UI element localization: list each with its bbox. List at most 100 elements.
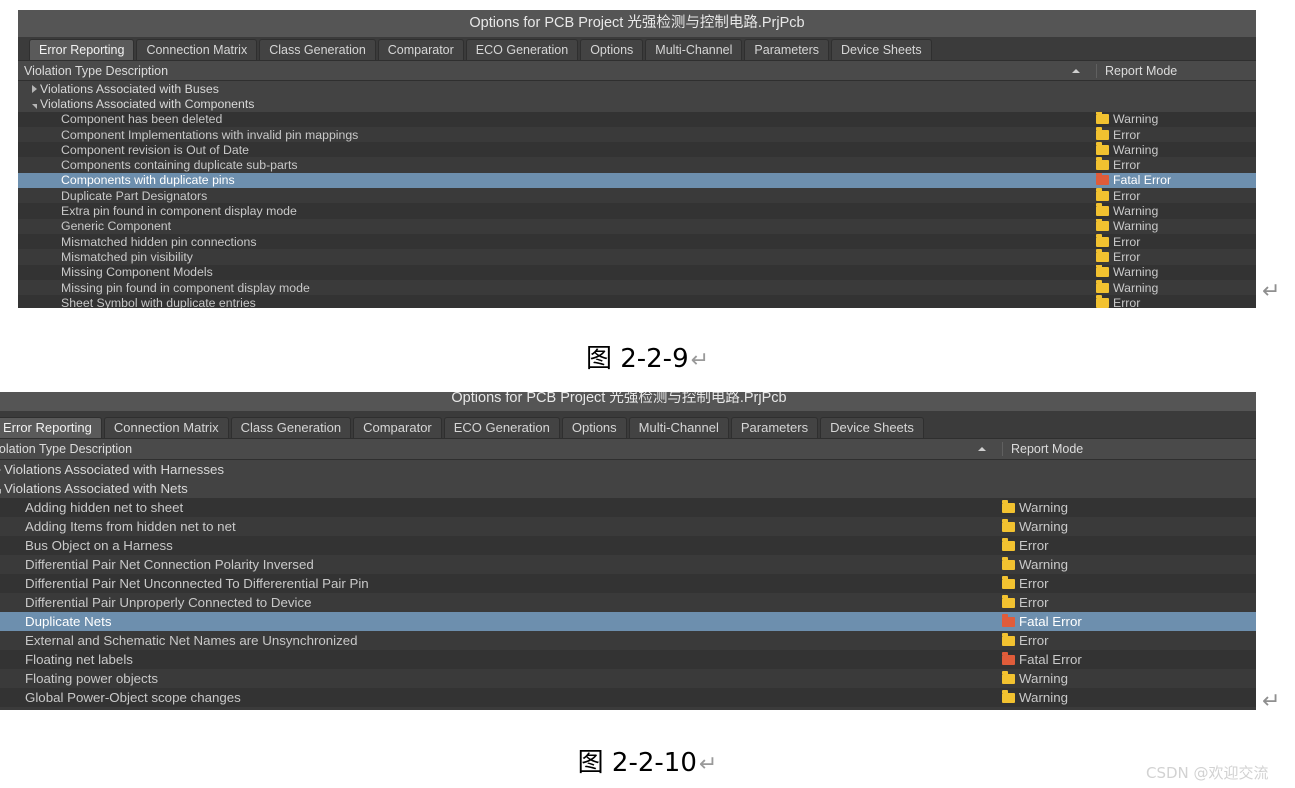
report-mode-label: Error: [1019, 633, 1049, 648]
table-row[interactable]: Adding hidden net to sheet Warning: [0, 498, 1256, 517]
report-mode-cell[interactable]: Warning: [1096, 218, 1256, 233]
folder-icon-err: [1096, 233, 1109, 247]
options-dialog-2[interactable]: Options for PCB Project 光强检测与控制电路.PrjPcb…: [0, 392, 1256, 710]
tree-group-row[interactable]: Violations Associated with Buses: [18, 81, 1256, 97]
report-mode-label: Error: [1019, 576, 1049, 591]
report-mode-cell[interactable]: Warning: [1096, 279, 1256, 295]
tab-comparator[interactable]: Comparator: [377, 39, 464, 60]
table-row[interactable]: Differential Pair Unproperly Connected t…: [0, 593, 1256, 612]
table-row[interactable]: Component Implementations with invalid p…: [18, 126, 1256, 143]
tab-eco-generation[interactable]: ECO Generation: [465, 39, 579, 60]
tree-group-row[interactable]: Violations Associated with Components: [18, 96, 1256, 112]
tab-multi-channel[interactable]: Multi-Channel: [645, 39, 743, 60]
table-row[interactable]: Components with duplicate pins Fatal Erro…: [18, 172, 1256, 189]
chevron-down-icon[interactable]: [28, 97, 40, 111]
table-row[interactable]: Component revision is Out of Date Warning: [18, 142, 1256, 158]
table-row[interactable]: External and Schematic Net Names are Uns…: [0, 631, 1256, 650]
table-row[interactable]: Mismatched pin visibility Error: [18, 249, 1256, 265]
table-row[interactable]: Duplicate Part Designators Error: [18, 188, 1256, 204]
report-mode-cell[interactable]: Warning: [1096, 203, 1256, 219]
report-mode-cell[interactable]: Warning: [1096, 264, 1256, 279]
dialog-1-tabstrip[interactable]: Error Reporting Connection Matrix Class Ge…: [18, 37, 1256, 60]
column-header-report-mode[interactable]: Report Mode: [1002, 442, 1256, 456]
tab-options[interactable]: Options: [561, 417, 627, 438]
report-mode-cell[interactable]: Error: [1002, 575, 1256, 591]
tree-group-row[interactable]: Violations Associated with Nets: [0, 479, 1256, 498]
report-mode-cell[interactable]: Warning: [1096, 142, 1256, 157]
tab-device-sheets[interactable]: Device Sheets: [820, 417, 924, 438]
table-row[interactable]: Bus Object on a Harness Error: [0, 536, 1256, 555]
dialog-1-violation-tree[interactable]: Violations Associated with Buses Violatio…: [18, 81, 1256, 308]
report-mode-cell[interactable]: Error: [1002, 594, 1256, 610]
report-mode-cell[interactable]: Fatal Error: [1096, 172, 1256, 187]
report-mode-cell[interactable]: Error: [1096, 249, 1256, 264]
table-row[interactable]: Floating power objects Warning: [0, 669, 1256, 688]
table-row[interactable]: Extra pin found in component display mod…: [18, 203, 1256, 219]
report-mode-cell[interactable]: Error: [1096, 233, 1256, 249]
report-mode-cell[interactable]: Error: [1096, 188, 1256, 203]
column-header-description[interactable]: Violation Type Description: [18, 64, 1096, 78]
violation-label: Floating power objects: [25, 671, 159, 686]
report-mode-cell[interactable]: Error: [1002, 632, 1256, 648]
tab-class-generation[interactable]: Class Generation: [259, 39, 376, 60]
table-row[interactable]: Floating net labels Fatal Error: [0, 650, 1256, 669]
report-mode-cell[interactable]: Error: [1096, 295, 1256, 308]
options-dialog-1[interactable]: Options for PCB Project 光强检测与控制电路.PrjPcb…: [18, 10, 1256, 308]
violation-label: Floating net labels: [25, 652, 133, 667]
report-mode-cell[interactable]: Warning: [1002, 518, 1256, 534]
table-row[interactable]: Differential Pair Net Unconnected To Dif…: [0, 574, 1256, 593]
report-mode-cell[interactable]: Warning: [1002, 689, 1256, 705]
report-mode-cell[interactable]: Fatal Error: [1002, 651, 1256, 667]
tab-parameters[interactable]: Parameters: [744, 39, 830, 60]
dialog-2-tabstrip[interactable]: Error Reporting Connection Matrix Class Ge…: [0, 411, 1256, 438]
report-mode-cell[interactable]: Warning: [1096, 111, 1256, 126]
report-mode-label: Warning: [1113, 280, 1159, 295]
table-row[interactable]: Global Power-Object scope changes Warning: [0, 688, 1256, 707]
violation-label: Missing Component Models: [61, 265, 213, 280]
dialog-2-title: Options for PCB Project 光强检测与控制电路.PrjPcb: [451, 392, 787, 406]
report-mode-cell[interactable]: Fatal Error: [1002, 613, 1256, 629]
report-mode-cell[interactable]: Warning: [1002, 556, 1256, 572]
tab-connection-matrix[interactable]: Connection Matrix: [136, 39, 258, 60]
tree-group-row[interactable]: Violations Associated with Harnesses: [0, 460, 1256, 479]
tab-options[interactable]: Options: [580, 39, 644, 60]
tab-error-reporting[interactable]: Error Reporting: [29, 39, 135, 60]
tab-eco-generation[interactable]: ECO Generation: [443, 417, 560, 438]
column-header-report-mode[interactable]: Report Mode: [1096, 63, 1256, 78]
report-mode-cell[interactable]: Warning: [1002, 670, 1256, 686]
table-row[interactable]: Sheet Symbol with duplicate entries Error: [18, 295, 1256, 308]
tab-connection-matrix[interactable]: Connection Matrix: [103, 417, 229, 438]
dialog-2-violation-tree[interactable]: Violations Associated with Harnesses Viol…: [0, 460, 1256, 707]
report-mode-label: Warning: [1113, 204, 1159, 219]
tab-comparator[interactable]: Comparator: [353, 417, 442, 438]
violation-description-cell: Floating net labels: [0, 652, 1002, 667]
violation-label: Components containing duplicate sub-part…: [61, 158, 298, 173]
violation-description-cell: Violations Associated with Components: [18, 97, 1096, 111]
report-mode-cell[interactable]: Error: [1096, 126, 1256, 142]
report-mode-cell[interactable]: Error: [1002, 537, 1256, 553]
table-row[interactable]: Adding Items from hidden net to net Warni…: [0, 517, 1256, 536]
tab-device-sheets[interactable]: Device Sheets: [831, 39, 932, 60]
chevron-right-icon[interactable]: [28, 82, 40, 96]
folder-icon-err: [1002, 575, 1015, 589]
tab-multi-channel[interactable]: Multi-Channel: [628, 417, 729, 438]
tab-parameters[interactable]: Parameters: [730, 417, 819, 438]
folder-icon-warn: [1096, 218, 1109, 232]
table-row[interactable]: Missing pin found in component display m…: [18, 279, 1256, 296]
table-row[interactable]: Components containing duplicate sub-part…: [18, 157, 1256, 173]
folder-icon-warn: [1002, 518, 1015, 532]
tab-error-reporting[interactable]: Error Reporting: [0, 417, 102, 438]
table-row[interactable]: Missing Component Models Warning: [18, 264, 1256, 280]
report-mode-label: Error: [1113, 188, 1141, 203]
table-row[interactable]: Component has been deleted Warning: [18, 111, 1256, 127]
table-row[interactable]: Mismatched hidden pin connections Error: [18, 233, 1256, 250]
table-row[interactable]: Differential Pair Net Connection Polarit…: [0, 555, 1256, 574]
column-header-description[interactable]: Violation Type Description: [0, 442, 1002, 456]
table-row[interactable]: Generic Component Warning: [18, 218, 1256, 234]
violation-description-cell: Mismatched hidden pin connections: [18, 235, 1096, 249]
violation-description-cell: Sheet Symbol with duplicate entries: [18, 296, 1096, 308]
table-row[interactable]: Duplicate Nets Fatal Error: [0, 612, 1256, 631]
report-mode-cell[interactable]: Error: [1096, 157, 1256, 172]
tab-class-generation[interactable]: Class Generation: [230, 417, 352, 438]
report-mode-cell[interactable]: Warning: [1002, 499, 1256, 515]
